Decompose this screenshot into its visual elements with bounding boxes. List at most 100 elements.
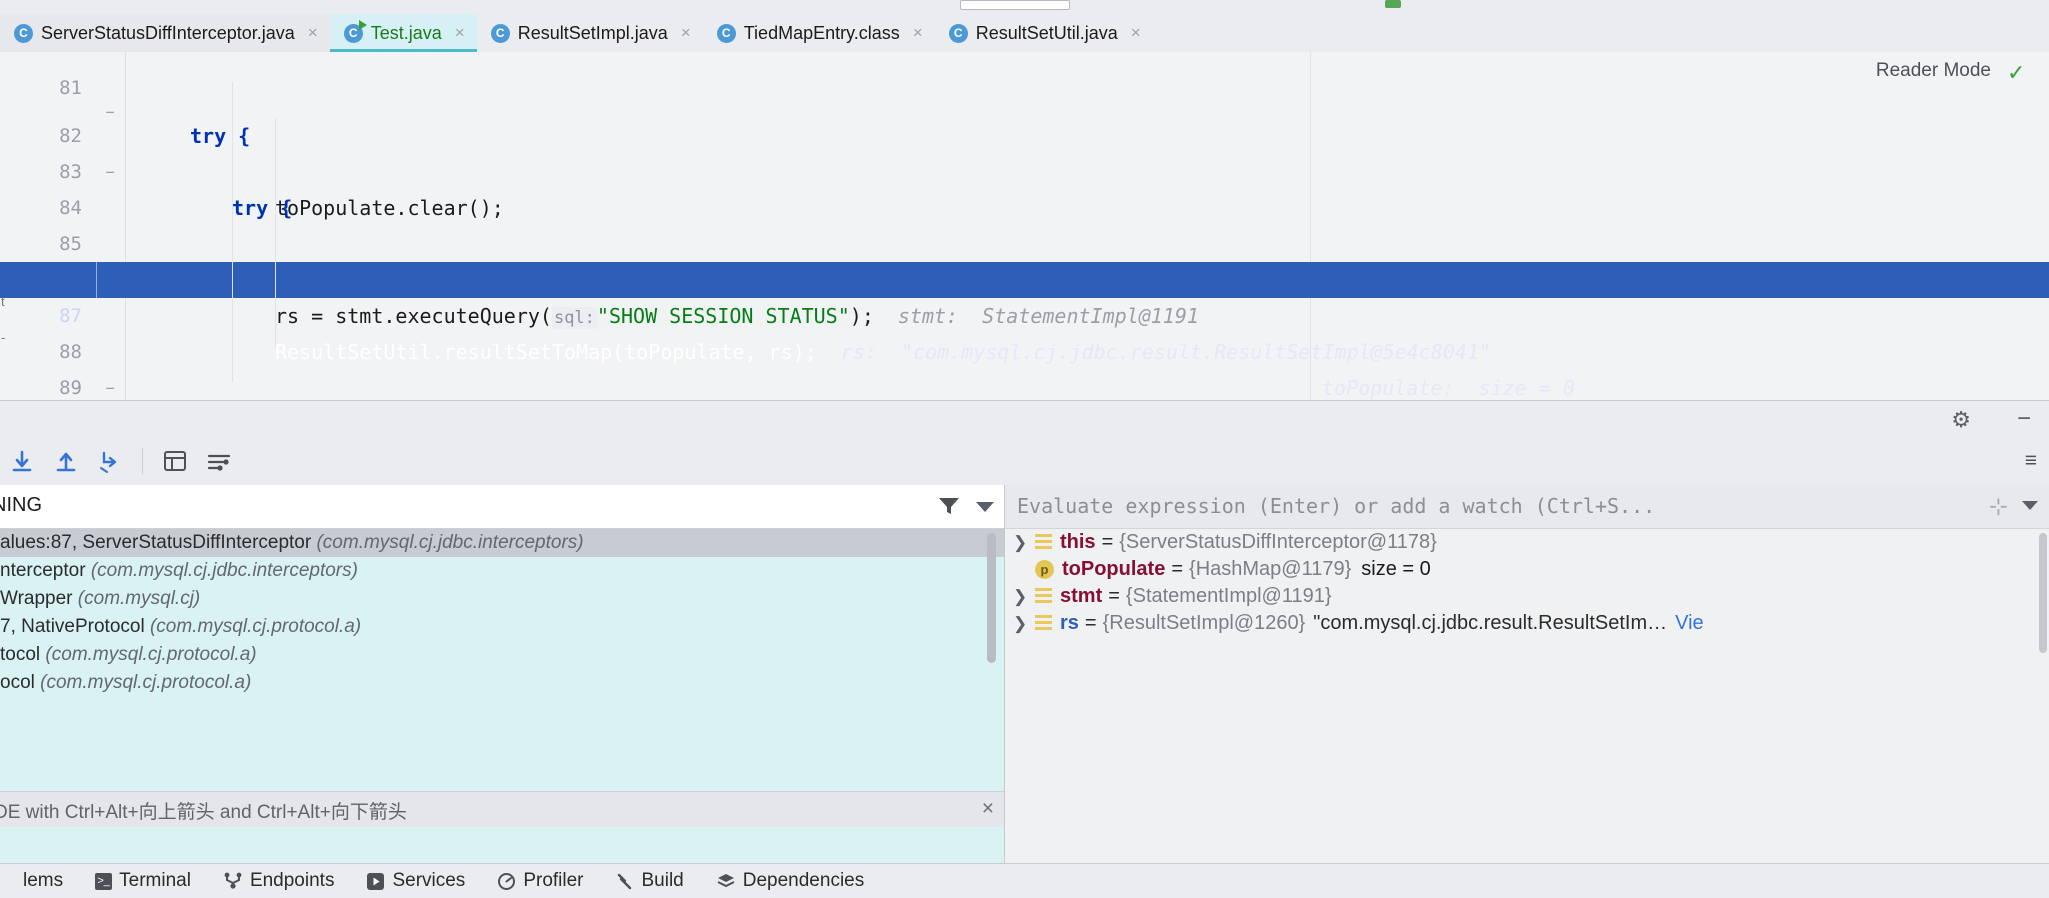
variable-value: {ServerStatusDiffInterceptor@1178} (1119, 531, 1437, 553)
code-line-84[interactable]: 84 (0, 154, 2049, 219)
code-editor[interactable]: t- Reader Mode ✓ 81 − try { 82 − try { 8… (0, 52, 2049, 544)
tool-button-label: Dependencies (742, 870, 865, 891)
frame-row[interactable]: Wrapper (com.mysql.cj) (0, 585, 1004, 613)
variable-size: size = 0 (1361, 558, 1431, 580)
view-link[interactable]: Vie (1675, 610, 1704, 637)
gear-icon[interactable]: ⚙ (1951, 407, 1971, 433)
filter-funnel-icon[interactable] (938, 496, 960, 516)
evaluate-expression-icon[interactable] (153, 437, 197, 485)
chevron-down-icon[interactable] (2022, 501, 2038, 510)
java-class-icon: C (490, 23, 510, 43)
frame-row[interactable]: ocol (com.mysql.cj.protocol.a) (0, 669, 1004, 697)
debug-options-icon[interactable]: ≡ (2025, 449, 2037, 473)
variable-row-rs[interactable]: ❯ rs = {ResultSetImpl@1260} "com.mysql.c… (1005, 610, 2049, 637)
frame-package: (com.mysql.cj.jdbc.interceptors) (90, 560, 358, 581)
minimize-icon[interactable]: − (2017, 405, 2031, 433)
step-over-icon[interactable] (0, 437, 44, 485)
tool-button-profiler[interactable]: Profiler (481, 864, 599, 898)
settings-lines-icon[interactable] (197, 437, 241, 485)
variable-value: {ResultSetImpl@1260} (1102, 612, 1306, 634)
editor-tab-label: ResultSetImpl.java (517, 22, 668, 43)
run-icon[interactable] (1385, 0, 1401, 8)
variable-string-value: "com.mysql.cj.jdbc.result.ResultSetIm… (1313, 612, 1668, 634)
variables-list[interactable]: ❯ this = {ServerStatusDiffInterceptor@11… (1005, 529, 2049, 637)
variable-name: stmt (1060, 585, 1103, 607)
tool-button-services[interactable]: Services (350, 864, 481, 898)
frame-row[interactable]: nterceptor (com.mysql.cj.jdbc.intercepto… (0, 557, 1004, 585)
expand-chevron-icon[interactable]: ❯ (1013, 610, 1035, 637)
endpoints-icon (223, 872, 243, 890)
editor-tab-serverstatusdiffinterceptor[interactable]: C ServerStatusDiffInterceptor.java × (0, 14, 330, 52)
editor-tab-test[interactable]: C Test.java × (329, 14, 477, 52)
variable-name: rs (1060, 612, 1079, 634)
editor-tab-close-icon[interactable]: × (681, 23, 691, 43)
editor-tab-resultsetimpl[interactable]: C ResultSetImpl.java × (477, 14, 703, 52)
ide-window: C ServerStatusDiffInterceptor.java × C T… (0, 0, 2049, 898)
navigation-field[interactable] (960, 0, 1070, 10)
editor-tab-close-icon[interactable]: × (308, 23, 318, 43)
editor-tab-close-icon[interactable]: × (1131, 23, 1141, 43)
frames-hint-text: DE with Ctrl+Alt+向上箭头 and Ctrl+Alt+向下箭头 (0, 802, 407, 823)
java-class-run-icon: C (343, 19, 367, 43)
editor-tab-close-icon[interactable]: × (455, 23, 465, 43)
editor-tab-resultsetutil[interactable]: C ResultSetUtil.java × (935, 14, 1153, 52)
evaluate-expression-field[interactable]: Evaluate expression (Enter) or add a wat… (1005, 485, 2049, 529)
frame-method: 7, NativeProtocol (0, 616, 145, 637)
toolbar-divider (142, 448, 143, 474)
build-hammer-icon (616, 872, 635, 891)
tool-button-build[interactable]: Build (600, 864, 700, 898)
code-line-82[interactable]: 82 − try { (0, 82, 2049, 220)
equals-sign: = (1084, 612, 1097, 634)
editor-tab-tiedmapentry[interactable]: C TiedMapEntry.class × (703, 14, 935, 52)
code-line-89[interactable]: 89 − if (rs != null = true ) { (0, 334, 2049, 472)
frames-header[interactable]: NING (0, 485, 1004, 529)
variables-pane[interactable]: Evaluate expression (Enter) or add a wat… (1004, 485, 2049, 863)
code-line-81[interactable]: 81 − try { (0, 52, 2049, 148)
frames-scrollbar[interactable] (987, 533, 996, 663)
variable-value: {StatementImpl@1191} (1125, 585, 1332, 607)
tool-button-label: Terminal (119, 870, 191, 891)
thread-status-label: NING (0, 494, 42, 516)
java-class-icon: C (14, 23, 33, 43)
frame-package: (com.mysql.cj.protocol.a) (40, 672, 252, 693)
step-into-icon[interactable] (44, 437, 88, 485)
variable-row-topopulate[interactable]: p toPopulate = {HashMap@1179} size = 0 (1005, 556, 2049, 583)
expand-chevron-icon[interactable]: ❯ (1013, 583, 1035, 610)
code-line-83[interactable]: 83 toPopulate.clear(); (0, 118, 2049, 220)
tool-button-terminal[interactable]: >_ Terminal (79, 864, 207, 898)
dependencies-icon (716, 872, 736, 890)
frames-pane[interactable]: NING alues:87, ServerStatusDiffIntercept… (0, 485, 1004, 863)
equals-sign: = (1101, 531, 1114, 553)
parameter-icon: p (1035, 560, 1054, 579)
frame-method: tocol (0, 644, 41, 665)
frame-row[interactable]: alues:87, ServerStatusDiffInterceptor (c… (0, 529, 1004, 557)
force-step-into-icon[interactable] (88, 437, 132, 485)
expand-chevron-icon[interactable]: ❯ (1013, 529, 1035, 556)
code-line-88[interactable]: 88 − } finally { (0, 298, 2049, 436)
tool-button-label: Services (392, 870, 466, 891)
variable-row-stmt[interactable]: ❯ stmt = {StatementImpl@1191} (1005, 583, 2049, 610)
equals-sign: = (1171, 558, 1184, 580)
variable-row-this[interactable]: ❯ this = {ServerStatusDiffInterceptor@11… (1005, 529, 2049, 556)
code-line-85[interactable]: 85 stmt = this.connection.createStatemen… (0, 190, 2049, 292)
editor-tab-label: ResultSetUtil.java (975, 22, 1118, 43)
code-line-87-current[interactable]: 87 ResultSetUtil.resultSetToMap(toPopula… (0, 262, 2049, 400)
tool-button-dependencies[interactable]: Dependencies (700, 864, 880, 898)
code-lines[interactable]: 81 − try { 82 − try { 83 toPopulate.clea… (0, 52, 2049, 544)
frame-row[interactable]: 7, NativeProtocol (com.mysql.cj.protocol… (0, 613, 1004, 641)
equals-sign: = (1108, 585, 1120, 607)
close-icon[interactable]: × (982, 797, 994, 821)
editor-tab-close-icon[interactable]: × (913, 23, 923, 43)
tool-button-problems[interactable]: lems (0, 864, 79, 898)
add-watch-icon[interactable]: ⊹ (1989, 493, 2008, 520)
tool-button-endpoints[interactable]: Endpoints (207, 864, 351, 898)
variables-scrollbar[interactable] (2039, 533, 2047, 653)
profiler-icon (497, 872, 516, 891)
editor-tab-label: ServerStatusDiffInterceptor.java (41, 22, 295, 43)
chevron-down-icon[interactable] (976, 502, 994, 512)
field-icon (1035, 534, 1052, 551)
code-line-86[interactable]: 86 rs = stmt.executeQuery(sql:"SHOW SESS… (0, 226, 2049, 329)
frame-method: Wrapper (0, 588, 73, 609)
frame-method: ocol (0, 672, 35, 693)
frame-row[interactable]: tocol (com.mysql.cj.protocol.a) (0, 641, 1004, 669)
